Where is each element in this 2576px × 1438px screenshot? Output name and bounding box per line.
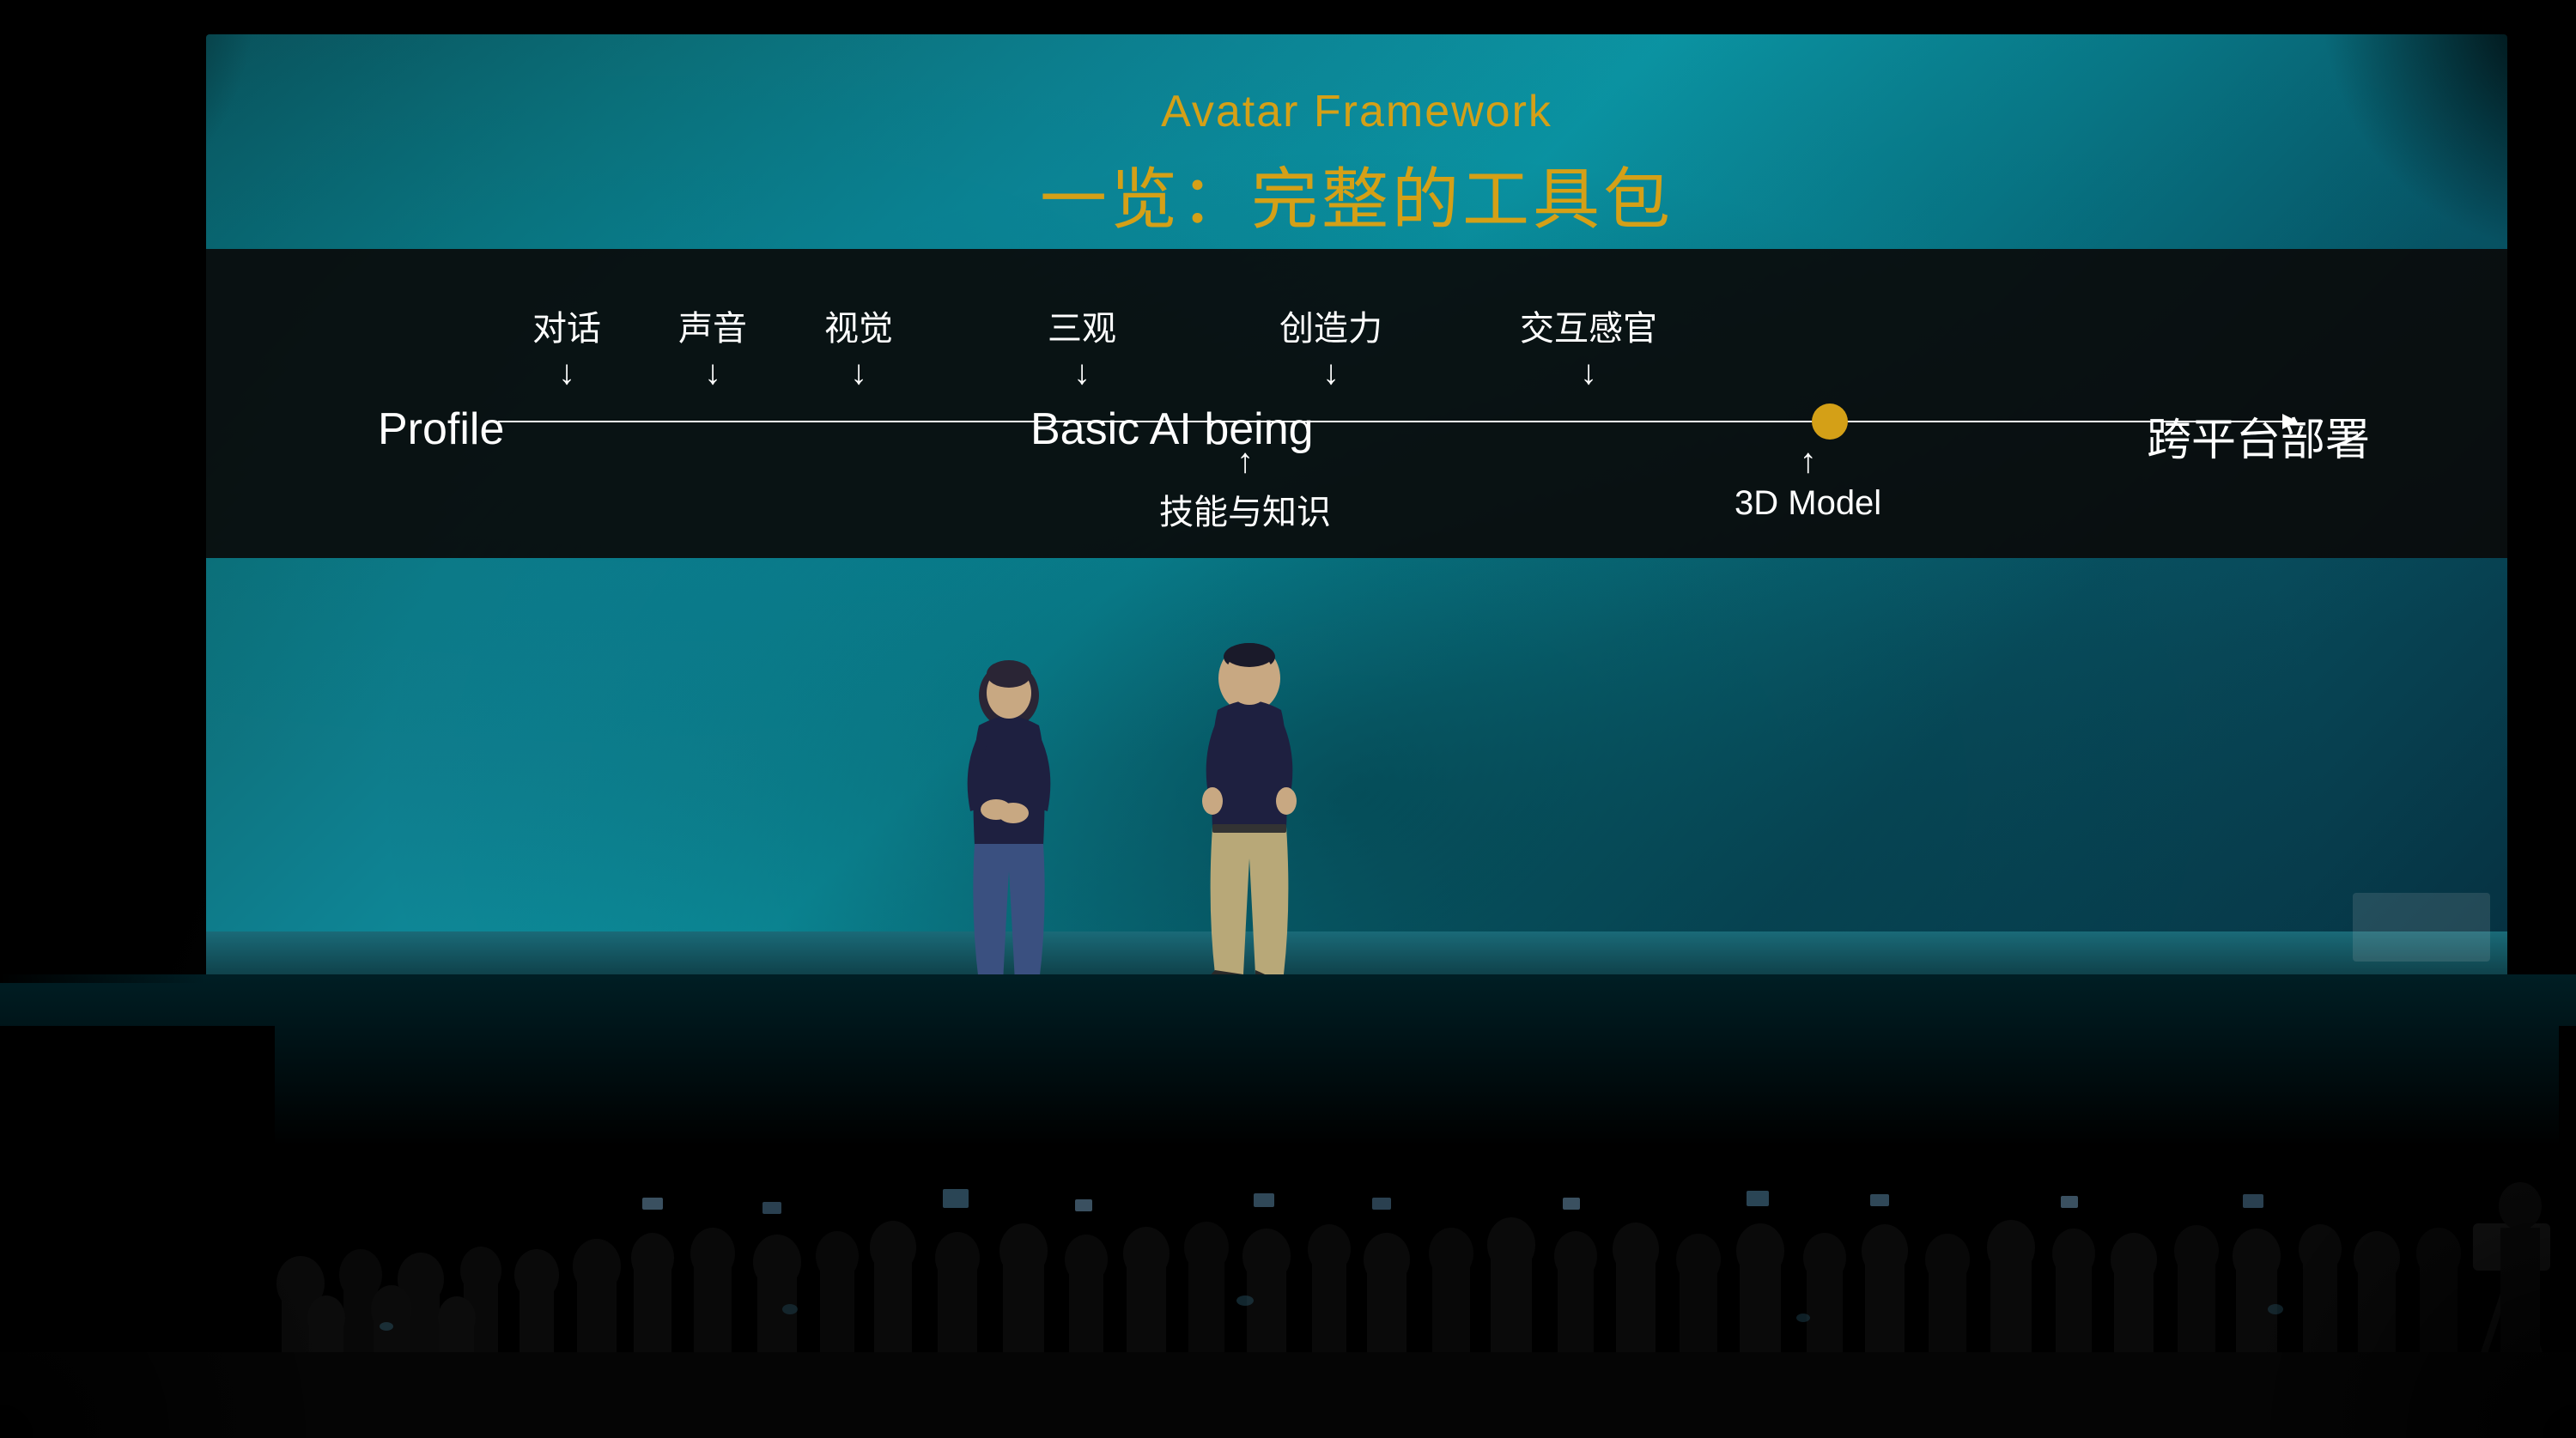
- down-arrow-vision: ↓: [850, 354, 867, 392]
- down-arrow-interaction: ↓: [1580, 354, 1597, 392]
- above-label-values: 三观 ↓: [1048, 300, 1116, 392]
- label-profile: Profile: [378, 403, 504, 455]
- diagram-inner: Profile Basic AI being 跨平台部署 对话 ↓ 声音 ↓ 视…: [326, 283, 2387, 524]
- presenter-right: [1202, 643, 1297, 992]
- diagram-bar: Profile Basic AI being 跨平台部署 对话 ↓ 声音 ↓ 视…: [206, 249, 2507, 558]
- above-label-interaction: 交互感官 ↓: [1520, 300, 1657, 392]
- timeline-line: [498, 421, 2284, 422]
- down-arrow-values: ↓: [1073, 354, 1091, 392]
- vignette-bottom-left: [0, 1095, 343, 1438]
- presenters-area: [206, 614, 2507, 983]
- audience-silhouettes: [0, 1026, 2576, 1438]
- below-label-3dmodel: ↑ 3D Model: [1735, 442, 1881, 523]
- above-label-vision: 视觉 ↓: [824, 300, 893, 392]
- above-label-sound: 声音 ↓: [678, 300, 747, 392]
- label-cross-platform: 跨平台部署: [2147, 403, 2370, 468]
- down-arrow-creativity: ↓: [1322, 354, 1340, 392]
- down-arrow-sound: ↓: [704, 354, 721, 392]
- presenter-left: [968, 660, 1051, 1000]
- below-label-skills: ↑ 技能与知识: [1159, 442, 1331, 534]
- up-arrow-skills: ↑: [1236, 442, 1254, 481]
- watermark-sign: [2353, 893, 2490, 962]
- up-arrow-3dmodel: ↑: [1800, 442, 1817, 481]
- vignette-bottom-right: [2233, 1095, 2576, 1438]
- audience-area: [0, 974, 2576, 1438]
- timeline-circle: [1812, 403, 1848, 440]
- down-arrow-dialog: ↓: [558, 354, 575, 392]
- slide-title-chinese: 一览：完整的工具包: [1040, 146, 1674, 242]
- above-label-dialog: 对话 ↓: [532, 300, 601, 392]
- slide-title-english: Avatar Framework: [1161, 86, 1552, 137]
- vignette-top-right: [2318, 0, 2576, 258]
- screen-left-edge: [0, 34, 206, 983]
- above-label-creativity: 创造力 ↓: [1279, 300, 1382, 392]
